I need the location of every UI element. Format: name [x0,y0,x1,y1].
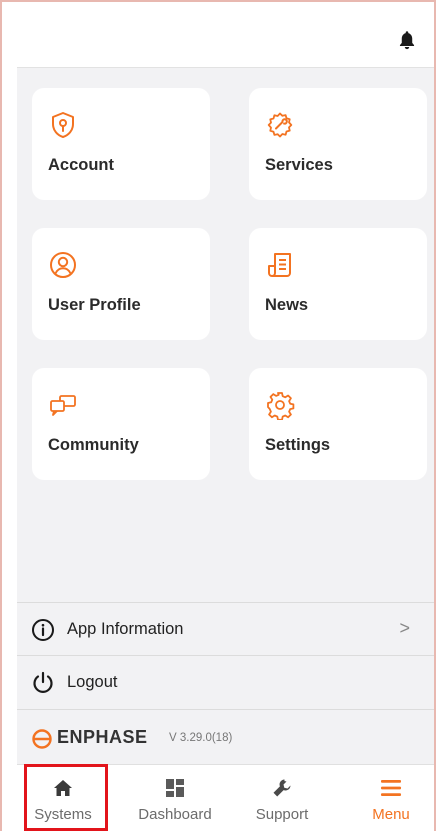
services-card[interactable]: Services [249,88,427,200]
enphase-logo-icon [32,729,52,749]
logout-row[interactable]: Logout [17,656,434,710]
news-icon [268,253,291,277]
tab-dashboard-label: Dashboard [138,806,212,823]
tab-dashboard[interactable]: Dashboard [125,765,225,832]
home-icon [54,780,72,796]
tab-menu[interactable]: Menu [354,765,428,832]
account-label: Account [48,156,114,174]
services-label: Services [265,156,333,174]
user-profile-icon [50,252,76,278]
settings-label: Settings [265,436,331,454]
community-card[interactable]: Community [32,368,210,480]
menu-content: Account Services User Profile News Commu… [17,68,434,764]
app-version: V 3.29.0(18) [169,732,233,744]
hamburger-menu-icon [381,780,401,796]
settings-gear-icon [267,392,295,420]
settings-card[interactable]: Settings [249,368,427,480]
tab-systems[interactable]: Systems [21,765,105,832]
tab-systems-label: Systems [34,806,92,823]
wrench-icon [273,779,291,797]
community-chat-icon [50,395,76,416]
services-gear-icon [267,112,293,138]
app-screen: Account Services User Profile News Commu… [0,0,436,831]
top-bar [17,4,434,68]
news-label: News [265,296,309,314]
community-label: Community [48,436,139,454]
bell-icon[interactable] [396,28,418,52]
app-information-label: App Information [67,620,184,638]
news-card[interactable]: News [249,228,427,340]
frame-border-left [0,0,2,831]
logout-label: Logout [67,673,118,691]
tab-support[interactable]: Support [242,765,322,832]
info-icon [32,619,54,641]
power-icon [33,671,53,693]
chevron-right-icon: > [399,618,410,638]
tab-support-label: Support [255,806,309,823]
brand-name: ENPHASE [57,727,148,747]
app-information-row[interactable]: App Information > [17,602,434,656]
user-profile-label: User Profile [48,296,141,314]
tab-menu-label: Menu [372,806,410,823]
account-card[interactable]: Account [32,88,210,200]
dashboard-icon [166,779,184,797]
brand-footer: ENPHASE V 3.29.0(18) [17,710,434,764]
bottom-tab-bar: Systems Dashboard Support Menu [17,764,434,831]
shield-key-icon [52,112,74,138]
frame-border-top [0,0,436,2]
user-profile-card[interactable]: User Profile [32,228,210,340]
